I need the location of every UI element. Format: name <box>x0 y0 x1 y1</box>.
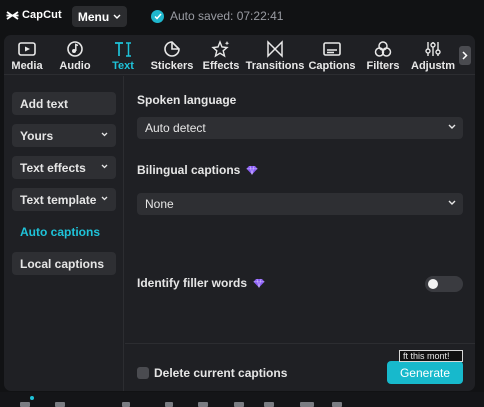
tab-captions[interactable]: Captions <box>306 35 358 75</box>
spoken-language-value: Auto detect <box>145 121 206 135</box>
text-icon <box>115 42 131 57</box>
toolbar-control[interactable] <box>300 402 314 407</box>
tab-label: Adjustm <box>411 60 455 72</box>
sidebar-item-label: Auto captions <box>20 224 100 239</box>
spoken-language-select[interactable]: Auto detect <box>137 117 463 139</box>
text-sidebar: Add text Yours Text effects Text templat… <box>4 76 124 391</box>
stickers-icon <box>164 41 180 57</box>
tab-label: Media <box>11 60 43 72</box>
chevron-right-icon <box>462 51 468 60</box>
timeline-toolbar <box>0 392 484 407</box>
diamond-icon <box>246 165 258 175</box>
bilingual-captions-select[interactable]: None <box>137 193 463 215</box>
tab-stickers[interactable]: Stickers <box>146 35 198 75</box>
app-logo: CapCut <box>6 9 62 21</box>
sidebar-item-auto-captions[interactable]: Auto captions <box>12 220 116 243</box>
tab-label: Filters <box>366 60 400 72</box>
sidebar-item-text-template[interactable]: Text template <box>12 188 116 211</box>
app-logo-text: CapCut <box>22 9 62 21</box>
sidebar-item-label: Text template <box>20 192 97 207</box>
toolbar-control[interactable] <box>264 402 274 407</box>
tab-text[interactable]: Text <box>100 35 146 75</box>
spoken-language-label: Spoken language <box>137 93 236 107</box>
media-icon <box>18 42 36 56</box>
chevron-down-icon <box>448 200 456 205</box>
tabs-scroll-right-button[interactable] <box>459 46 471 65</box>
filters-icon <box>374 41 392 57</box>
sidebar-item-text-effects[interactable]: Text effects <box>12 156 116 179</box>
bilingual-captions-value: None <box>145 197 174 211</box>
adjustment-icon <box>425 42 441 56</box>
sidebar-item-label: Text effects <box>20 160 86 175</box>
delete-current-captions-label: Delete current captions <box>154 366 288 380</box>
sidebar-item-label: Add text <box>20 96 68 111</box>
tab-label: Text <box>112 60 134 72</box>
menu-button-label: Menu <box>77 9 110 24</box>
generate-button[interactable]: Generate <box>387 361 463 384</box>
diamond-icon <box>253 278 265 288</box>
tab-audio[interactable]: Audio <box>50 35 100 75</box>
transitions-icon <box>267 40 283 58</box>
menu-button[interactable]: Menu <box>72 6 127 27</box>
identify-filler-words-toggle[interactable] <box>425 276 463 292</box>
tab-label: Audio <box>59 60 91 72</box>
toolbar-control[interactable] <box>55 402 65 407</box>
tab-label: Stickers <box>150 60 194 72</box>
delete-current-captions-checkbox[interactable] <box>137 367 149 379</box>
sidebar-item-add-text[interactable]: Add text <box>12 92 116 115</box>
tab-adjustment[interactable]: Adjustm <box>408 35 458 75</box>
tab-effects[interactable]: Effects <box>198 35 244 75</box>
sidebar-item-label: Yours <box>20 128 54 143</box>
effects-icon <box>211 40 230 58</box>
chevron-down-icon <box>101 132 108 137</box>
captions-footer: Delete current captions Generate ft this… <box>125 343 475 391</box>
tab-label: Transitions <box>245 60 305 72</box>
toolbar-control[interactable] <box>122 402 130 407</box>
toolbar-control[interactable] <box>20 402 30 407</box>
sidebar-item-local-captions[interactable]: Local captions <box>12 252 116 275</box>
toolbar-control[interactable] <box>198 402 208 407</box>
spoken-language-label-text: Spoken language <box>137 93 237 107</box>
bilingual-captions-label-text: Bilingual captions <box>137 163 241 177</box>
chevron-down-icon <box>101 196 108 201</box>
auto-saved-text: Auto saved: 07:22:41 <box>170 9 284 23</box>
check-circle-icon <box>151 9 164 23</box>
chevron-down-icon <box>101 164 108 169</box>
auto-captions-content: Spoken language Auto detect Bilingual ca… <box>125 76 475 391</box>
chevron-down-icon <box>113 14 121 19</box>
tooltip: ft this mont! <box>399 350 463 362</box>
toolbar-control[interactable] <box>332 402 342 407</box>
auto-saved-status: Auto saved: 07:22:41 <box>151 9 283 23</box>
tab-media[interactable]: Media <box>4 35 50 75</box>
tab-transitions[interactable]: Transitions <box>244 35 306 75</box>
identify-filler-words-label-text: Identify filler words <box>137 276 248 290</box>
sidebar-item-label: Local captions <box>20 256 105 271</box>
generate-button-label: Generate <box>399 365 451 380</box>
playhead-marker <box>30 396 34 400</box>
toolbar-control[interactable] <box>165 402 173 407</box>
toggle-knob <box>428 279 438 289</box>
toolbar-control[interactable] <box>234 402 244 407</box>
text-panel: Media Audio Text Stickers Effects Transi… <box>4 35 475 391</box>
capcut-logo-icon <box>6 10 19 20</box>
bilingual-captions-label: Bilingual captions <box>137 163 258 177</box>
audio-icon <box>67 41 83 57</box>
top-bar: CapCut Menu Auto saved: 07:22:41 <box>0 0 484 34</box>
tab-label: Captions <box>308 60 356 72</box>
tool-tabs: Media Audio Text Stickers Effects Transi… <box>4 35 475 75</box>
captions-icon <box>323 42 341 56</box>
identify-filler-words-label: Identify filler words <box>137 276 265 290</box>
tab-label: Effects <box>202 60 240 72</box>
tab-filters[interactable]: Filters <box>358 35 408 75</box>
chevron-down-icon <box>448 124 456 129</box>
sidebar-item-yours[interactable]: Yours <box>12 124 116 147</box>
